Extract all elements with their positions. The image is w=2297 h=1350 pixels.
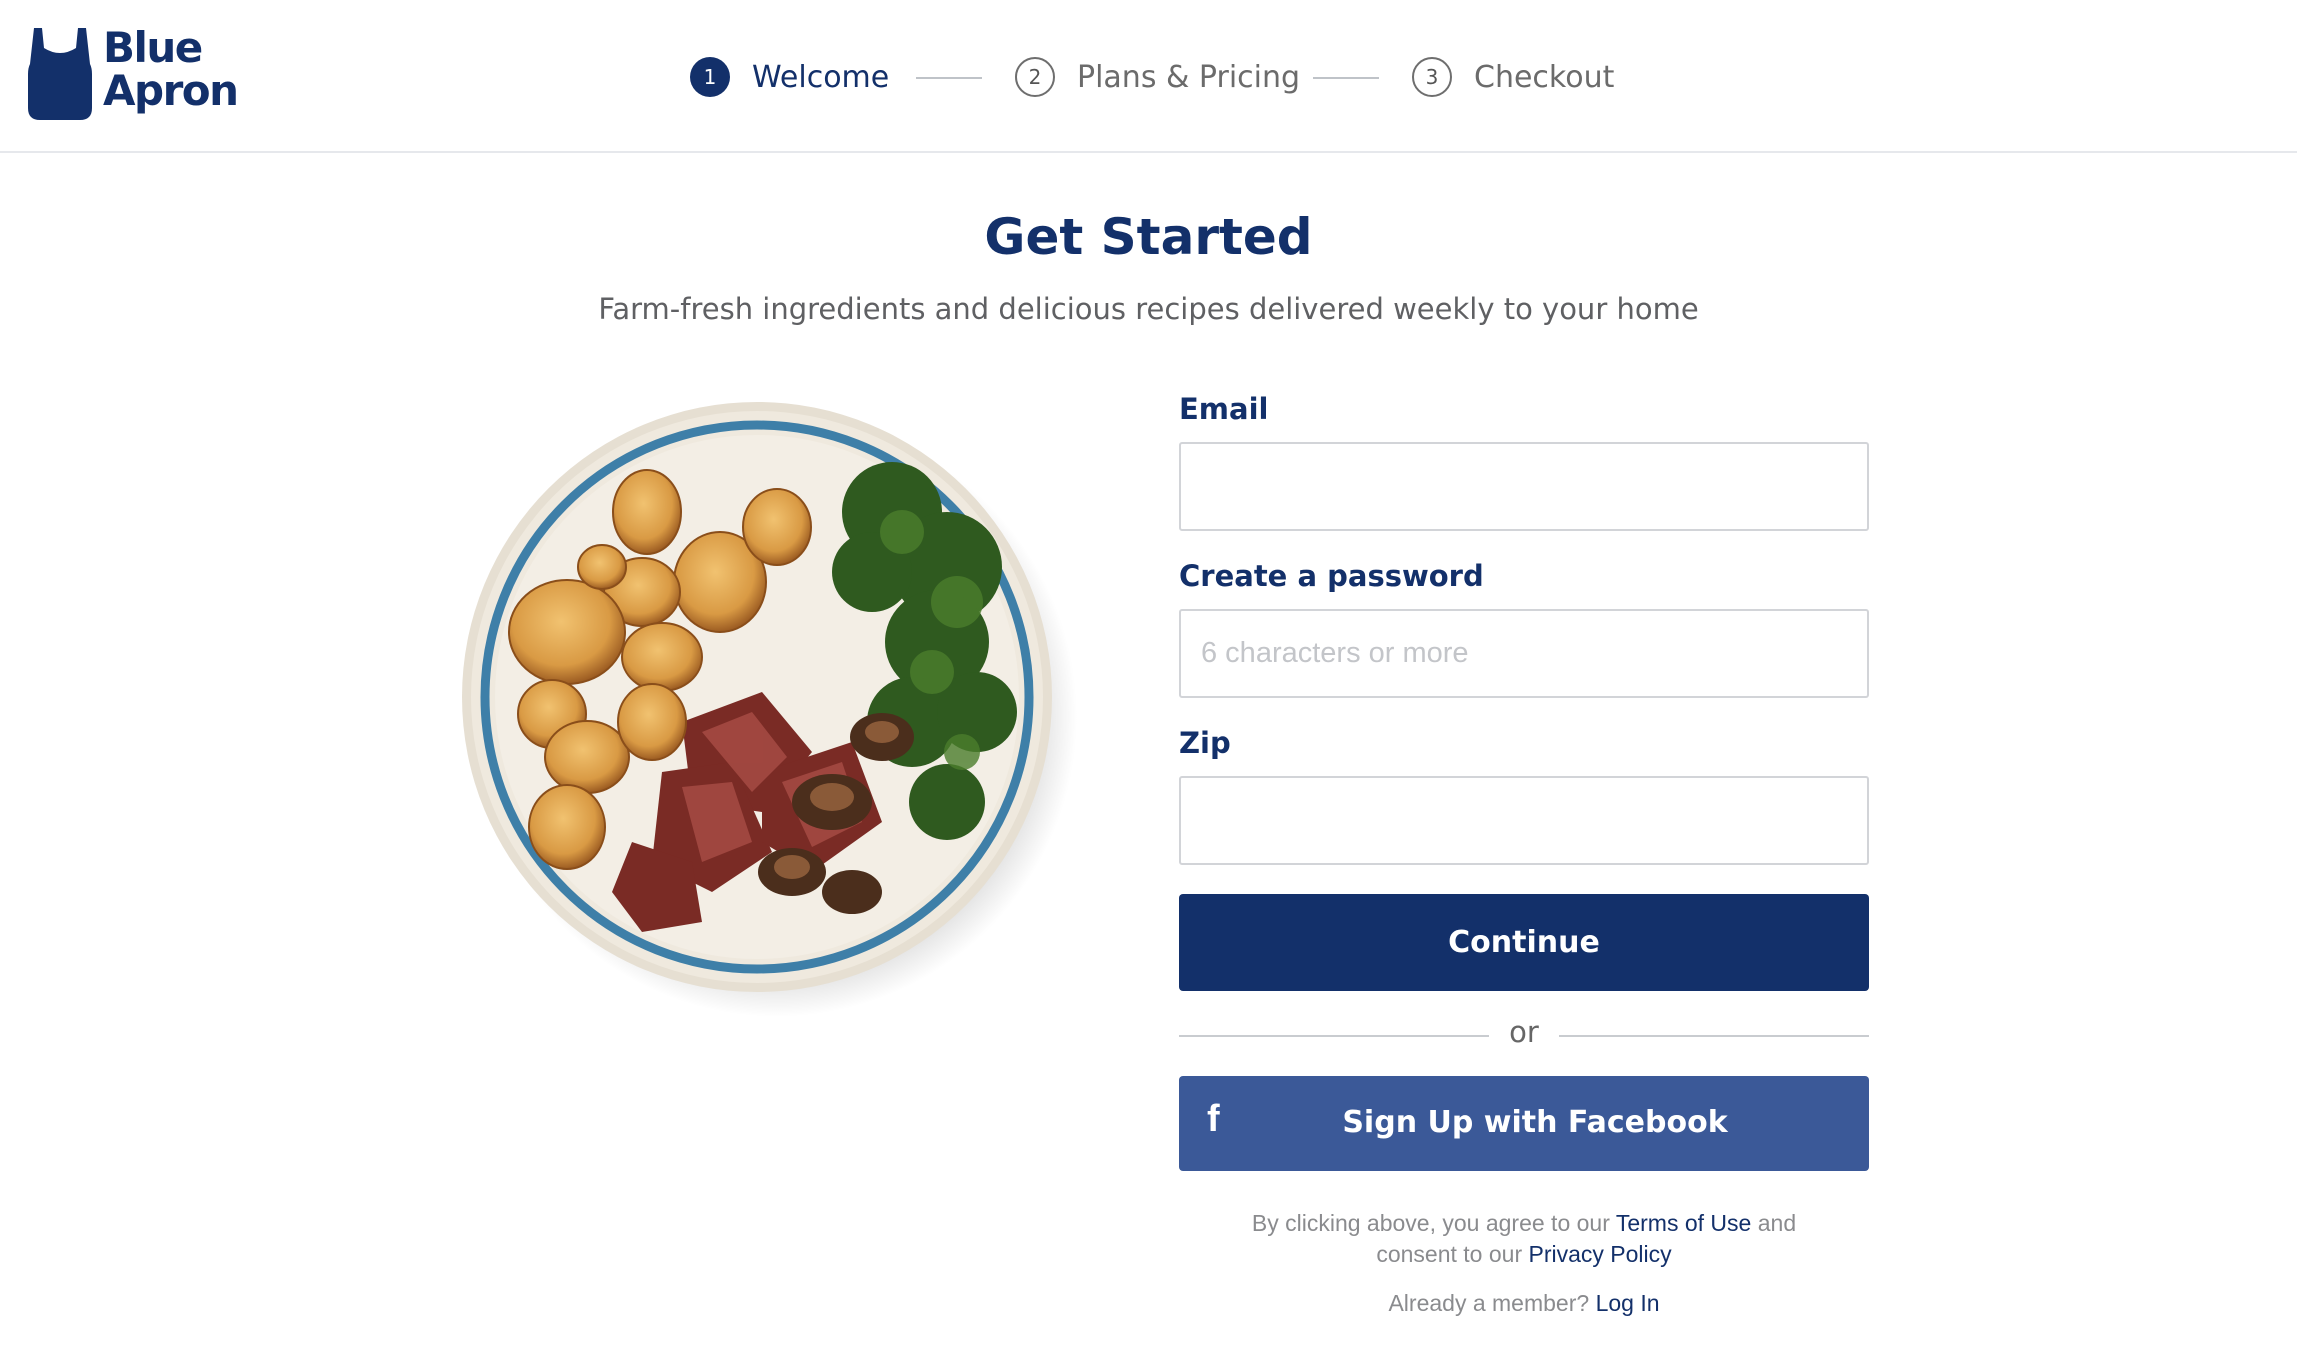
apron-icon — [28, 28, 92, 120]
legal-prefix: By clicking above, you agree to our — [1251, 1210, 1616, 1236]
step-welcome[interactable]: 1 Welcome — [690, 54, 889, 100]
top-header: Blue Apron 1 Welcome 2 Plans & Pricing 3… — [0, 0, 2297, 153]
step-number: 3 — [1412, 57, 1452, 97]
facebook-button-label: Sign Up with Facebook — [1342, 1105, 1728, 1140]
terms-of-use-link[interactable]: Terms of Use — [1616, 1210, 1751, 1236]
step-number: 1 — [690, 57, 730, 97]
plated-meal-image — [462, 402, 1077, 1017]
legal-consent: consent to our — [1376, 1241, 1529, 1267]
member-prefix: Already a member? — [1388, 1290, 1596, 1316]
logo-line-2: Apron — [103, 66, 239, 115]
continue-button[interactable]: Continue — [1179, 894, 1869, 991]
log-in-link[interactable]: Log In — [1596, 1290, 1660, 1316]
facebook-signup-button[interactable]: f Sign Up with Facebook — [1179, 1076, 1869, 1171]
or-text: or — [1509, 1015, 1539, 1049]
blue-apron-logo[interactable]: Blue Apron — [28, 23, 239, 122]
or-divider: or — [1179, 1015, 1869, 1055]
zip-label: Zip — [1179, 726, 1231, 760]
step-label: Welcome — [752, 59, 890, 95]
legal-middle: and — [1751, 1210, 1797, 1236]
page-title: Get Started — [984, 208, 1313, 266]
step-divider — [1313, 77, 1379, 79]
logo-line-1: Blue — [103, 23, 203, 72]
email-field[interactable] — [1179, 442, 1869, 531]
step-label: Plans & Pricing — [1077, 59, 1301, 95]
checkout-steps: 1 Welcome 2 Plans & Pricing 3 Checkout — [690, 54, 1650, 100]
logo-text: Blue Apron — [103, 23, 239, 115]
legal-text: By clicking above, you agree to our Term… — [1179, 1208, 1869, 1270]
email-label: Email — [1179, 392, 1269, 426]
step-plans-pricing[interactable]: 2 Plans & Pricing — [1015, 54, 1300, 100]
already-member-text: Already a member? Log In — [1179, 1290, 1869, 1317]
privacy-policy-link[interactable]: Privacy Policy — [1529, 1241, 1672, 1267]
step-divider — [916, 77, 982, 79]
step-label: Checkout — [1474, 59, 1615, 95]
zip-field[interactable] — [1179, 776, 1869, 865]
page-subtitle: Farm-fresh ingredients and delicious rec… — [598, 292, 1699, 326]
step-number: 2 — [1015, 57, 1055, 97]
password-label: Create a password — [1179, 559, 1484, 593]
step-checkout[interactable]: 3 Checkout — [1412, 54, 1614, 100]
divider-line — [1559, 1035, 1869, 1037]
password-field[interactable] — [1179, 609, 1869, 698]
meal-photo — [432, 392, 1126, 1162]
